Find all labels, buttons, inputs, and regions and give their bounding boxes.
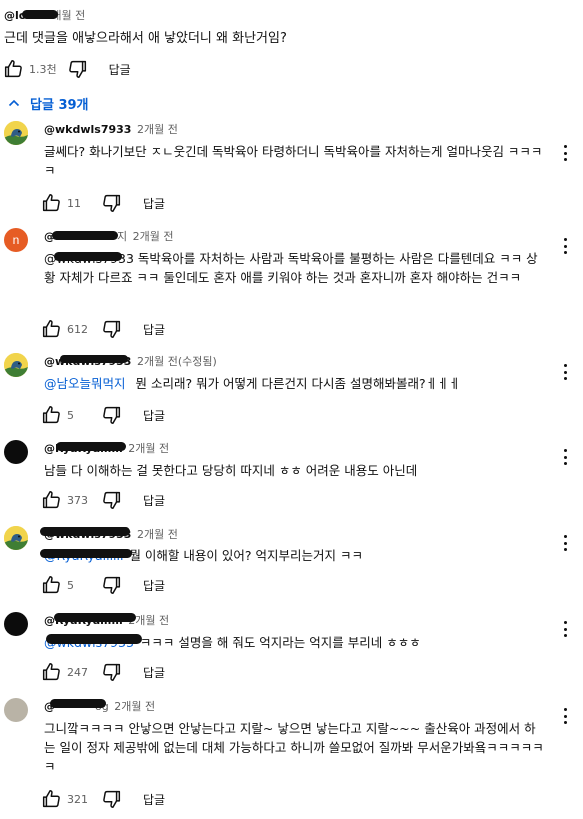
comment-body: 뭔 소리래? 뭐가 어떻게 다른건지 다시좀 설명해봐볼래?ㅔㅔㅔ — [135, 376, 461, 391]
redaction-mark — [40, 527, 130, 536]
dislike-icon[interactable] — [101, 489, 123, 511]
comment-actions: 11 답글 — [40, 191, 165, 215]
redaction-mark — [46, 634, 142, 644]
comment-actions: 5 답글 — [40, 573, 165, 597]
comment-author[interactable]: @wkdwls7933 — [44, 123, 131, 136]
user-avatar[interactable] — [4, 121, 28, 145]
comment-text: 그니깤ㅋㅋㅋㅋ 안낳으면 안낳는다고 지랄~ 낳으면 낳는다고 지랄~~~ 출산… — [44, 721, 544, 774]
user-avatar[interactable] — [4, 612, 28, 636]
user-avatar[interactable] — [4, 440, 28, 464]
comment-time[interactable]: 2개월 전 — [133, 230, 174, 243]
more-options-icon[interactable] — [562, 449, 568, 465]
comment-time[interactable]: 2개월 전 — [137, 123, 178, 136]
dislike-icon[interactable] — [101, 788, 123, 810]
reply-button[interactable]: 답글 — [143, 407, 165, 424]
user-avatar[interactable] — [4, 353, 28, 377]
like-count: 1.3천 — [29, 63, 57, 76]
like-count: 612 — [67, 322, 88, 336]
more-options-icon[interactable] — [562, 145, 568, 161]
more-options-icon[interactable] — [562, 238, 568, 254]
comment-body: ㅋㅋㅋ 설명을 해 줘도 억지라는 억지를 부리네 ㅎㅎㅎ — [139, 635, 421, 650]
redaction-mark — [50, 699, 106, 708]
more-options-icon[interactable] — [562, 708, 568, 724]
like-icon[interactable] — [40, 788, 62, 810]
reply-button[interactable]: 답글 — [143, 321, 165, 338]
reply-button[interactable]: 답글 — [143, 791, 165, 808]
comment-actions: 373 답글 — [40, 488, 165, 512]
redaction-mark — [22, 10, 58, 19]
animal-avatar-icon — [4, 121, 28, 145]
like-icon[interactable] — [40, 318, 62, 340]
like-count: 11 — [67, 196, 81, 210]
comment-actions: 321 답글 — [40, 787, 165, 811]
replies-count-label: 답글 39개 — [30, 97, 89, 113]
reply-button[interactable]: 답글 — [143, 577, 165, 594]
redaction-mark — [54, 252, 122, 261]
comment-actions: 5 답글 — [40, 403, 165, 427]
comment-text: 글쎄다? 화나기보단 ㅈㄴ웃긴데 독박육아 타령하더니 독박육아를 자처하는게 … — [44, 144, 543, 178]
redaction-mark — [52, 231, 118, 240]
more-options-icon[interactable] — [562, 364, 568, 380]
dislike-icon[interactable] — [101, 318, 123, 340]
like-count: 5 — [67, 408, 74, 422]
like-count: 373 — [67, 493, 88, 507]
dislike-icon[interactable] — [101, 574, 123, 596]
like-count: 321 — [67, 792, 88, 806]
comment-time[interactable]: 2개월 전 — [114, 700, 155, 713]
like-count: 5 — [67, 578, 74, 592]
reply-button[interactable]: 답글 — [143, 664, 165, 681]
edited-label: (수정됨) — [177, 355, 217, 368]
animal-avatar-icon — [4, 526, 28, 550]
dislike-icon[interactable] — [67, 58, 89, 80]
comment-actions: 612 답글 — [40, 317, 165, 341]
like-icon[interactable] — [40, 192, 62, 214]
reply-button[interactable]: 답글 — [109, 61, 131, 78]
like-icon[interactable] — [40, 489, 62, 511]
dislike-icon[interactable] — [101, 192, 123, 214]
like-icon[interactable] — [40, 574, 62, 596]
like-icon[interactable] — [40, 661, 62, 683]
reply-button[interactable]: 답글 — [143, 492, 165, 509]
redaction-mark — [40, 549, 132, 558]
dislike-icon[interactable] — [101, 661, 123, 683]
user-avatar[interactable]: n — [4, 228, 28, 252]
like-icon[interactable] — [2, 58, 24, 80]
comment-time[interactable]: 2개월 전 — [137, 355, 178, 368]
mention-link[interactable]: @남오늘뭐먹지 — [44, 376, 126, 391]
redaction-mark — [56, 442, 126, 451]
comment-text: 근데 댓글을 애낳으라해서 애 낳았더니 왜 화난거임? — [4, 31, 287, 46]
animal-avatar-icon — [4, 353, 28, 377]
more-options-icon[interactable] — [562, 535, 568, 551]
comment-actions: 1.3천 답글 — [2, 57, 131, 81]
comment-author-tail[interactable]: 지 — [117, 230, 127, 243]
comment-meta: @wkdwls7933 2개월 전 — [44, 121, 178, 137]
like-icon[interactable] — [40, 404, 62, 426]
user-avatar[interactable] — [4, 698, 28, 722]
comment-body: 뭘 이해할 내용이 있어? 억지부리는거지 ㅋㅋ — [129, 548, 363, 563]
chevron-up-icon — [8, 99, 20, 107]
comment-text: @남오늘뭐먹지 뭔 소리래? 뭐가 어떻게 다른건지 다시좀 설명해봐볼래?ㅔㅔ… — [44, 374, 544, 393]
dislike-icon[interactable] — [101, 404, 123, 426]
more-options-icon[interactable] — [562, 621, 568, 637]
replies-toggle[interactable]: 답글 39개 — [7, 92, 89, 114]
comment-text: 남들 다 이해하는 걸 못한다고 당당히 따지네 ㅎㅎ 어려운 내용도 아닌데 — [44, 463, 418, 478]
reply-button[interactable]: 답글 — [143, 195, 165, 212]
redaction-mark — [60, 355, 128, 363]
user-avatar[interactable] — [4, 526, 28, 550]
comment-time[interactable]: 2개월 전 — [137, 528, 178, 541]
redaction-mark — [54, 613, 136, 622]
comment-actions: 247 답글 — [40, 660, 165, 684]
like-count: 247 — [67, 665, 88, 679]
comment-time[interactable]: 2개월 전 — [128, 442, 169, 455]
